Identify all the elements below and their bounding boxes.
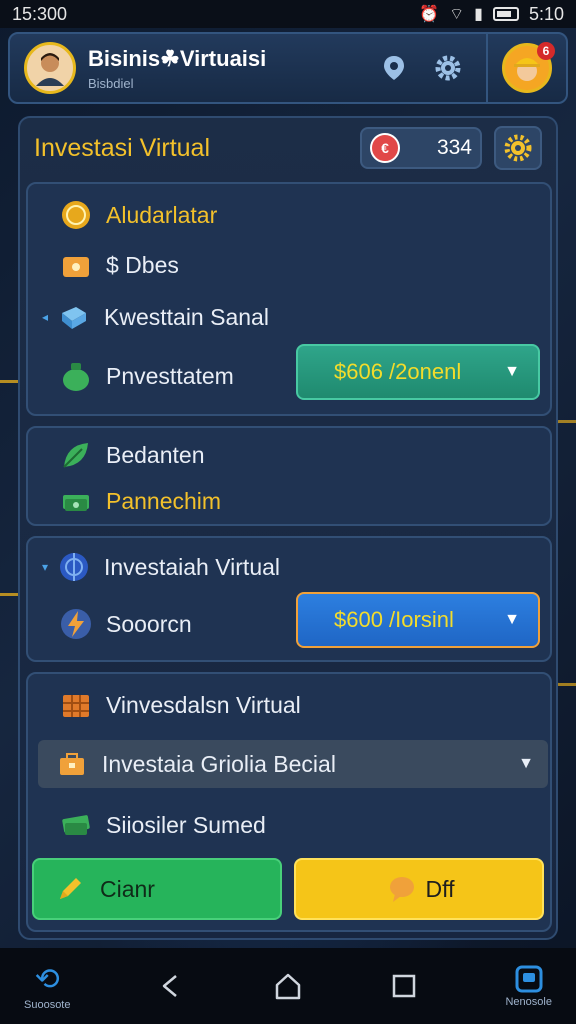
item-label: Pannechim [106,487,222,514]
gear-icon [435,55,461,81]
system-nav-bar: ⟲ Suoosote Nenosole [0,948,576,1024]
nav-app-right[interactable]: Nenosole [505,964,552,1008]
back-icon [162,975,177,997]
wifi-icon: ⌔ [449,6,465,23]
cash-stack-icon [58,483,94,519]
coin-icon [58,197,94,233]
list-item[interactable]: Vinvesdalsn Virtual [28,682,550,728]
select-value: $606 /2onenl [334,359,462,384]
select-value: $600 /Iorsinl [334,607,454,632]
item-label: Bedanten [106,441,205,468]
list-item[interactable]: Bedanten [28,434,550,476]
list-item[interactable]: Pannechim [28,480,550,522]
status-bar: 15:300 ⏰ ⌔ ▮ 5:10 [0,0,576,28]
expand-arrow-icon: ▾ [42,560,49,574]
status-right-time: 5:10 [528,3,564,24]
panel-header: Investasi Virtual € 334 [20,118,556,178]
location-icon [384,56,404,80]
item-label: Siiosiler Sumed [106,811,266,838]
coin-balance[interactable]: € 334 [360,127,482,169]
recents-icon [392,974,416,998]
chat-bubble-icon [384,871,420,907]
status-time: 15:300 [12,3,68,24]
chevron-down-icon: ▼ [504,363,520,380]
investment-amount-select[interactable]: $606 /2onenl ▼ [296,344,540,400]
notification-badge: 6 [537,42,555,60]
alarm-icon: ⏰ [419,6,440,23]
clear-button-label: Cianr [100,875,155,902]
investment-card-2: Bedanten Pannechim [26,426,552,526]
sun-gear-icon [504,134,532,162]
signal-icon: ▮ [474,6,483,23]
pencil-icon [52,871,88,907]
chevron-down-icon: ▼ [518,755,534,772]
item-label: $ Dbes [106,251,179,278]
home-icon [275,973,301,1000]
investment-card-3: ▾ Investaiah Virtual Sooorcn $600 /Iorsi… [26,536,552,662]
off-button-label: Dff [425,875,455,902]
off-button[interactable]: Dff [294,858,544,920]
nav-app-left[interactable]: ⟲ Suoosote [24,962,70,1011]
coin-value: 334 [436,136,472,159]
list-item[interactable]: ▾ Investaiah Virtual [28,544,550,590]
clear-button[interactable]: Cianr [32,858,282,920]
investment-card-1: Aludarlatar $ Dbes ◂ Kwesttain Sanal Pnv… [26,182,552,416]
settings-header-button[interactable] [428,48,468,88]
item-label: Sooorcn [106,610,192,637]
person-icon [36,53,64,86]
app-title: Bisinis☘Virtuaisi [88,45,267,71]
app-header: Bisinis☘Virtuaisi Bisbdiel 6 [8,32,568,104]
chevron-down-icon: ▼ [504,611,520,628]
nav-home[interactable] [273,971,303,1001]
globe-icon [56,549,92,585]
nav-back[interactable] [158,972,186,1000]
battery-icon [492,7,519,21]
panel-settings-button[interactable] [494,126,542,170]
leaf-icon [58,437,94,473]
box-icon [56,299,92,335]
nav-recents[interactable] [390,972,418,1000]
header-divider [486,32,488,104]
investment-panel: Investasi Virtual € 334 Aludarlatar $ Db… [18,116,558,940]
investment-type-dropdown[interactable]: Investaia Griolia Becial ▼ [38,740,548,788]
app-square-icon [515,965,543,993]
lightning-icon [58,606,94,642]
nav-left-label: Suoosote [24,998,71,1011]
app-subtitle: Bisbdiel [88,75,134,91]
item-label: Aludarlatar [106,201,218,228]
list-item[interactable]: Aludarlatar [28,192,550,238]
refresh-icon: ⟲ [34,962,60,996]
expand-arrow-icon: ◂ [42,310,49,324]
briefcase-icon [54,746,90,782]
user-avatar[interactable] [24,42,76,94]
investment-plan-select[interactable]: $600 /Iorsinl ▼ [296,592,540,648]
profile-button[interactable]: 6 [502,42,555,93]
item-label: Vinvesdalsn Virtual [106,691,301,718]
location-button[interactable] [374,48,414,88]
money-bag-icon [58,358,94,394]
item-label: Kwesttain Sanal [104,303,269,330]
list-item[interactable]: ◂ Kwesttain Sanal [28,294,550,340]
wallet-icon [58,247,94,283]
item-label: Investaiah Virtual [104,553,281,580]
list-item[interactable]: Siiosiler Sumed [28,802,550,848]
item-label: Pnvesttatem [106,362,234,389]
currency-icon: € [370,133,400,163]
cash-stack-icon [58,807,94,843]
list-item[interactable]: $ Dbes [28,242,550,288]
panel-title: Investasi Virtual [34,133,211,162]
crate-icon [58,687,94,723]
nav-right-label: Nenosole [505,996,552,1008]
dropdown-value: Investaia Griolia Becial [102,750,336,777]
